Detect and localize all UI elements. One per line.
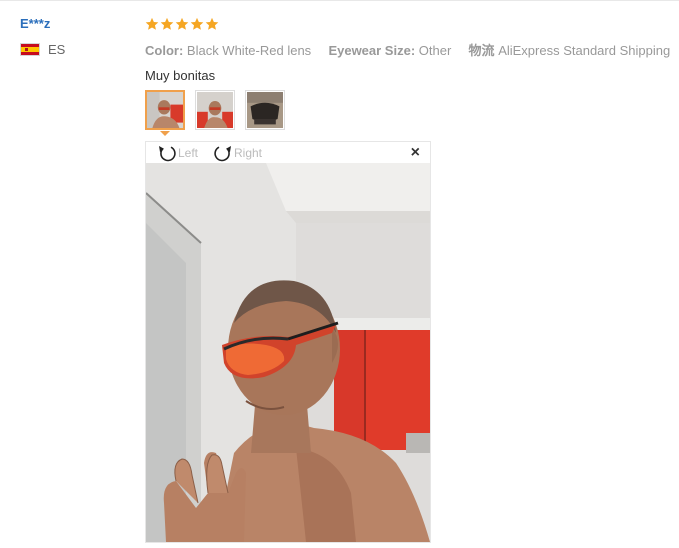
star-icon bbox=[190, 17, 204, 30]
attr-size-key: Eyewear Size: bbox=[328, 43, 416, 58]
thumbnail-selected-caret bbox=[160, 131, 170, 136]
reviewer-country: ES bbox=[20, 42, 130, 57]
thumbnail-photo-3[interactable] bbox=[245, 90, 285, 130]
attr-size-value: Other bbox=[418, 43, 452, 58]
photo-thumbnail-image bbox=[147, 92, 183, 128]
star-icon bbox=[145, 17, 159, 30]
country-code: ES bbox=[48, 42, 66, 57]
star-icon bbox=[160, 17, 174, 30]
thumbnail-photo-2[interactable] bbox=[195, 90, 235, 130]
product-attributes: Color: Black White-Red lens Eyewear Size… bbox=[145, 40, 675, 59]
close-viewer-button[interactable]: × bbox=[411, 145, 420, 161]
reviewer-info: E***z ES bbox=[20, 16, 130, 57]
star-icon bbox=[205, 17, 219, 30]
photo-thumbnail-image bbox=[197, 92, 233, 128]
review-photo bbox=[146, 163, 430, 542]
rotate-right-label: Right bbox=[234, 145, 263, 160]
photo-thumbnail-image bbox=[247, 92, 283, 128]
rotate-left-button[interactable]: Left bbox=[156, 142, 198, 163]
rotate-left-label: Left bbox=[178, 145, 199, 160]
star-rating bbox=[145, 14, 675, 34]
attr-color-key: Color: bbox=[145, 43, 184, 58]
photo-viewer-toolbar: Left Right × bbox=[146, 142, 430, 163]
review-photo-thumbnails bbox=[145, 90, 285, 130]
attr-shipping-key: 物流 bbox=[468, 43, 495, 58]
rotate-right-icon bbox=[214, 145, 231, 161]
attr-color-value: Black White-Red lens bbox=[186, 43, 312, 58]
review-content: Color: Black White-Red lens Eyewear Size… bbox=[145, 14, 675, 83]
reviewer-name[interactable]: E***z bbox=[20, 16, 130, 31]
attr-shipping-value: AliExpress Standard Shipping bbox=[498, 43, 671, 58]
photo-viewer: Left Right × bbox=[145, 141, 431, 543]
thumbnail-photo-1[interactable] bbox=[145, 90, 185, 130]
review-comment: Muy bonitas bbox=[145, 68, 216, 83]
star-icon bbox=[175, 17, 189, 30]
rotate-right-button[interactable]: Right bbox=[212, 142, 262, 163]
rotate-left-icon bbox=[159, 145, 176, 161]
spain-flag-icon bbox=[20, 43, 40, 56]
divider bbox=[0, 0, 679, 1]
